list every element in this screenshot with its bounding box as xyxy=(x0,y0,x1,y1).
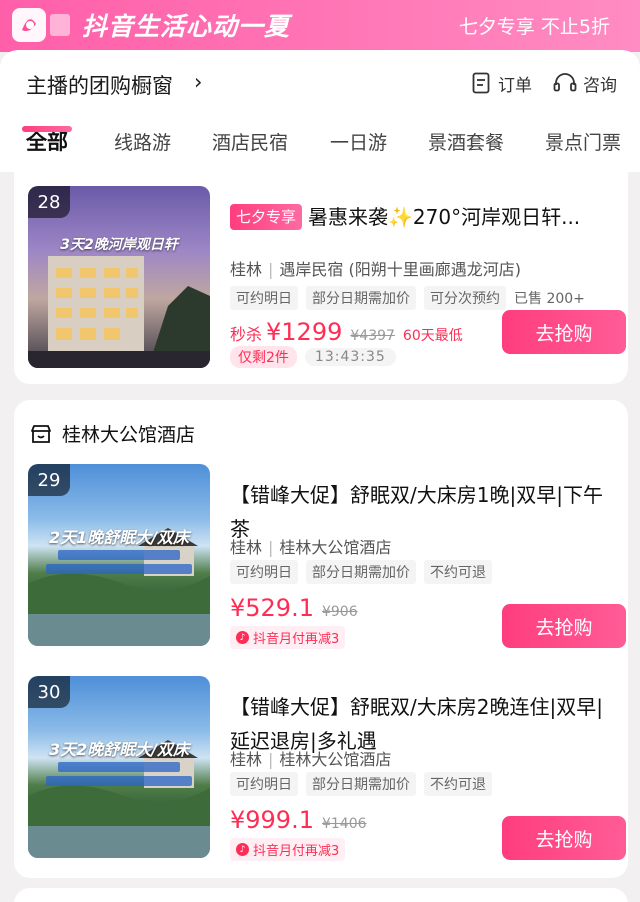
divider: | xyxy=(268,750,274,769)
douyin-life-logo-icon xyxy=(12,8,70,42)
consult-button[interactable]: 咨询 xyxy=(553,70,617,96)
thumbnail-caption: 3天2晚河岸观日轩 xyxy=(60,237,178,253)
rank-badge: 28 xyxy=(28,186,70,218)
rank-badge: 30 xyxy=(28,676,70,708)
pay-discount-text: 抖音月付再减3 xyxy=(253,632,340,647)
active-tab-indicator xyxy=(22,126,72,132)
order-list-icon xyxy=(472,72,490,94)
feature-chips: 可约明日 部分日期需加价 不约可退 xyxy=(230,772,492,796)
thumbnail-caption: 3天2晚舒眠大/双床 xyxy=(48,740,190,759)
venue-name: 桂林大公馆酒店 xyxy=(279,750,392,769)
list-item[interactable]: 2天1晚舒眠大/双床 29 【错峰大促】舒眠双/大床房1晚|双早|下午茶 桂林 |… xyxy=(28,464,626,649)
thumbnail-subtitle-bar xyxy=(58,550,180,560)
douyin-pay-icon: ♪ xyxy=(236,631,249,644)
chip-split-booking: 可分次预约 xyxy=(424,286,506,310)
monthly-pay-discount: ♪ 抖音月付再减3 xyxy=(230,626,346,649)
tab-route-tour[interactable]: 线路游 xyxy=(114,128,171,155)
product-thumbnail[interactable]: 3天2晚河岸观日轩 28 xyxy=(28,186,210,368)
product-thumbnail[interactable]: 3天2晚舒眠大/双床 30 xyxy=(28,676,210,858)
douyin-pay-icon: ♪ xyxy=(236,843,249,856)
thumbnail-subtitle-bar xyxy=(58,762,180,772)
showcase-header: 主播的团购橱窗 › 订单 咨询 全部 线路游 酒店民宿 一日游 景酒套餐 景点门… xyxy=(0,50,640,172)
city-label: 桂林 xyxy=(230,538,263,557)
price-row: ¥999.1 ¥1406 xyxy=(230,806,367,834)
original-price: ¥1406 xyxy=(321,816,367,832)
store-icon xyxy=(31,424,51,443)
city-label: 桂林 xyxy=(230,260,263,279)
chip-refundable: 不约可退 xyxy=(424,560,492,584)
original-price: ¥4397 xyxy=(350,328,395,344)
sale-price: ¥529.1 xyxy=(230,594,314,622)
showcase-title[interactable]: 主播的团购橱窗 xyxy=(26,70,173,100)
product-thumbnail[interactable]: 2天1晚舒眠大/双床 29 xyxy=(28,464,210,646)
promo-banner[interactable]: 抖音生活心动一夏 七夕专享 不止5折 xyxy=(0,0,640,52)
thumbnail-subtitle-bar xyxy=(46,776,192,786)
banner-promo-text[interactable]: 七夕专享 不止5折 xyxy=(459,12,610,39)
product-location: 桂林 | 桂林大公馆酒店 xyxy=(230,534,391,558)
feature-chips: 可约明日 部分日期需加价 不约可退 xyxy=(230,560,492,584)
payment-discount-row: ♪ 抖音月付再减3 xyxy=(230,626,346,649)
store-name: 桂林大公馆酒店 xyxy=(62,424,196,446)
list-item[interactable]: 3天2晚舒眠大/双床 30 【错峰大促】舒眠双/大床房2晚连住|双早|延迟退房|… xyxy=(28,676,626,861)
flash-sale-label: 秒杀 xyxy=(230,325,263,344)
chevron-right-icon[interactable]: › xyxy=(194,70,202,94)
store-card: 桂林大公馆酒店 2天1晚舒眠大/双床 29 【错峰大促】舒眠双/大床房1晚|双早… xyxy=(14,400,628,878)
chip-bookable-tomorrow: 可约明日 xyxy=(230,772,298,796)
product-card[interactable]: 3天2晚河岸观日轩 28 七夕专享 暑惠来袭✨270°河岸观日轩... 桂林 | 遇岸… xyxy=(14,172,628,384)
tab-day-tour[interactable]: 一日游 xyxy=(330,128,387,155)
monthly-pay-discount: ♪ 抖音月付再减3 xyxy=(230,838,346,861)
chip-bookable-tomorrow: 可约明日 xyxy=(230,560,298,584)
list-item[interactable]: 3天2晚河岸观日轩 28 七夕专享 暑惠来袭✨270°河岸观日轩... 桂林 | 遇岸… xyxy=(28,186,626,368)
product-location: 桂林 | 遇岸民宿 (阳朔十里画廊遇龙河店) xyxy=(230,256,521,280)
sale-price: ¥999.1 xyxy=(230,806,314,834)
product-title[interactable]: 七夕专享 暑惠来袭✨270°河岸观日轩... xyxy=(230,200,620,234)
price-row: ¥529.1 ¥906 xyxy=(230,594,358,622)
consult-label: 咨询 xyxy=(583,75,617,96)
store-header[interactable]: 桂林大公馆酒店 xyxy=(30,420,195,447)
orders-label: 订单 xyxy=(498,75,532,96)
payment-discount-row: ♪ 抖音月付再减3 xyxy=(230,838,346,861)
countdown-timer: 13:43:35 xyxy=(304,348,396,366)
product-location: 桂林 | 桂林大公馆酒店 xyxy=(230,746,391,770)
chip-refundable: 不约可退 xyxy=(424,772,492,796)
product-title-text: 暑惠来袭✨270°河岸观日轩... xyxy=(308,205,581,229)
stock-remaining: 仅剩2件 xyxy=(230,346,297,368)
city-label: 桂林 xyxy=(230,750,263,769)
tab-scenic-tickets[interactable]: 景点门票 xyxy=(545,128,621,155)
chip-surcharge-dates: 部分日期需加价 xyxy=(306,286,416,310)
tab-hotel-homestay[interactable]: 酒店民宿 xyxy=(212,128,288,155)
pay-discount-text: 抖音月付再减3 xyxy=(253,844,340,859)
buy-now-button[interactable]: 去抢购 xyxy=(502,310,626,354)
category-tabs: 全部 线路游 酒店民宿 一日游 景酒套餐 景点门票 xyxy=(0,124,640,168)
buy-now-button[interactable]: 去抢购 xyxy=(502,604,626,648)
headset-icon xyxy=(553,73,577,92)
price-row: 秒杀 ¥1299 ¥4397 60天最低 xyxy=(230,318,463,346)
feature-chips: 可约明日 部分日期需加价 可分次预约 已售 200+ xyxy=(230,286,585,310)
chip-surcharge-dates: 部分日期需加价 xyxy=(306,560,416,584)
divider: | xyxy=(268,538,274,557)
thumbnail-caption: 2天1晚舒眠大/双床 xyxy=(48,528,190,547)
chip-surcharge-dates: 部分日期需加价 xyxy=(306,772,416,796)
banner-title: 抖音生活心动一夏 xyxy=(82,12,291,41)
venue-name: 桂林大公馆酒店 xyxy=(279,538,392,557)
original-price: ¥906 xyxy=(321,604,358,620)
lowest-price-note: 60天最低 xyxy=(402,328,463,344)
stock-row: 仅剩2件 13:43:35 xyxy=(230,346,396,368)
tab-scenic-hotel-package[interactable]: 景酒套餐 xyxy=(428,128,504,155)
thumbnail-subtitle-bar xyxy=(46,564,192,574)
sale-price: ¥1299 xyxy=(266,318,343,346)
divider: | xyxy=(268,260,274,279)
sold-count: 已售 200+ xyxy=(514,291,585,307)
rank-badge: 29 xyxy=(28,464,70,496)
chip-bookable-tomorrow: 可约明日 xyxy=(230,286,298,310)
qixi-exclusive-tag: 七夕专享 xyxy=(230,204,303,230)
next-card-peek xyxy=(14,888,628,902)
orders-button[interactable]: 订单 xyxy=(472,70,532,96)
venue-name: 遇岸民宿 (阳朔十里画廊遇龙河店) xyxy=(279,260,521,279)
buy-now-button[interactable]: 去抢购 xyxy=(502,816,626,860)
